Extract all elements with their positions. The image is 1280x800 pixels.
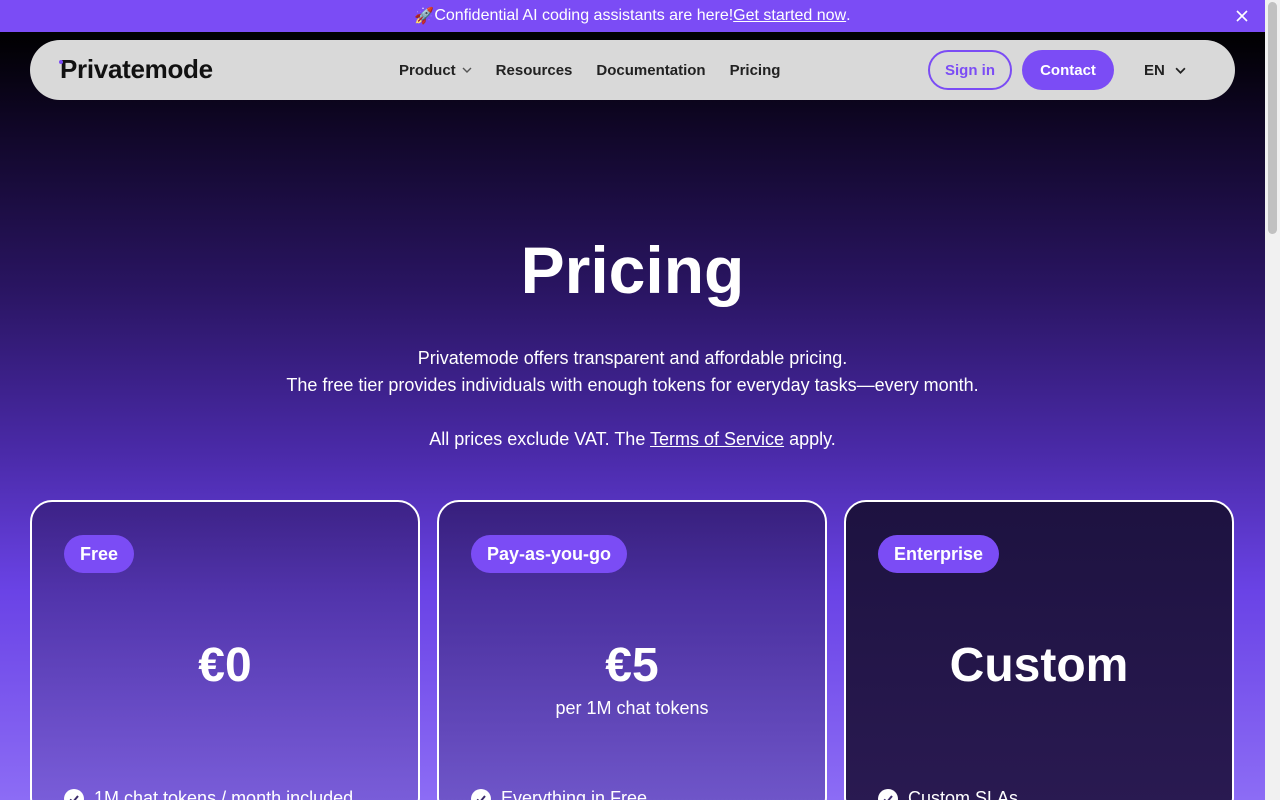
logo[interactable]: Privatemode	[59, 54, 213, 86]
rocket-icon: 🚀	[414, 8, 435, 25]
plan-card-enterprise: Enterprise Custom Custom SLAs	[844, 500, 1234, 800]
language-selector[interactable]: EN	[1144, 40, 1186, 100]
plan-feature: Everything in Free	[471, 788, 647, 800]
vat-note: All prices exclude VAT. The Terms of Ser…	[0, 429, 1265, 450]
nav-item-resources[interactable]: Resources	[496, 62, 573, 79]
plan-card-pay-as-you-go: Pay-as-you-go €5 per 1M chat tokens Ever…	[437, 500, 827, 800]
plan-badge: Free	[64, 535, 135, 573]
plan-badge: Enterprise	[878, 535, 1000, 573]
page-scrollbar[interactable]	[1265, 0, 1280, 800]
check-icon	[64, 788, 84, 800]
top-nav: Privatemode Product Resources Documentat…	[30, 40, 1235, 100]
plan-feature: Custom SLAs	[878, 788, 1018, 800]
announcement-text: Confidential AI coding assistants are he…	[434, 7, 734, 24]
nav-item-product[interactable]: Product	[399, 62, 472, 79]
plan-price: €0	[198, 639, 252, 692]
announcement-suffix: .	[846, 7, 851, 24]
plan-card-free: Free €0 1M chat tokens / month included	[30, 500, 420, 800]
nav-item-pricing[interactable]: Pricing	[730, 62, 781, 79]
chevron-down-icon	[1175, 67, 1186, 74]
plan-feature: 1M chat tokens / month included	[64, 788, 353, 800]
logo-text: Privatemode	[60, 54, 213, 84]
plan-feature-label: Custom SLAs	[908, 788, 1019, 800]
nav-item-documentation[interactable]: Documentation	[596, 62, 705, 79]
vat-note-suffix: apply.	[784, 429, 836, 449]
hero-line-1: Privatemode offers transparent and affor…	[417, 348, 848, 368]
page-title: Pricing	[520, 233, 745, 307]
check-icon	[878, 788, 898, 800]
plan-badge: Pay-as-you-go	[471, 535, 628, 573]
vat-note-prefix: All prices exclude VAT. The	[429, 429, 651, 449]
scrollbar-thumb[interactable]	[1268, 2, 1277, 234]
terms-of-service-link[interactable]: Terms of Service	[650, 429, 784, 449]
chevron-down-icon	[462, 67, 472, 73]
hero-line-2: The free tier provides individuals with …	[286, 375, 979, 395]
get-started-link[interactable]: Get started now	[733, 7, 846, 25]
close-icon[interactable]	[1233, 7, 1251, 25]
contact-button[interactable]: Contact	[1022, 50, 1114, 90]
language-label: EN	[1144, 61, 1165, 79]
plan-feature-label: 1M chat tokens / month included	[94, 788, 354, 800]
plan-price-unit: per 1M chat tokens	[555, 698, 709, 718]
plan-price: €5	[605, 639, 659, 692]
nav-item-label: Product	[399, 61, 456, 79]
announcement-bar: 🚀 Confidential AI coding assistants are …	[0, 0, 1265, 32]
sign-in-button[interactable]: Sign in	[928, 50, 1012, 90]
nav-links: Product Resources Documentation Pricing	[399, 40, 780, 100]
plan-feature-label: Everything in Free	[501, 788, 648, 800]
logo-dot-icon	[59, 60, 63, 64]
plan-price: Custom	[949, 639, 1129, 692]
check-icon	[471, 788, 491, 800]
